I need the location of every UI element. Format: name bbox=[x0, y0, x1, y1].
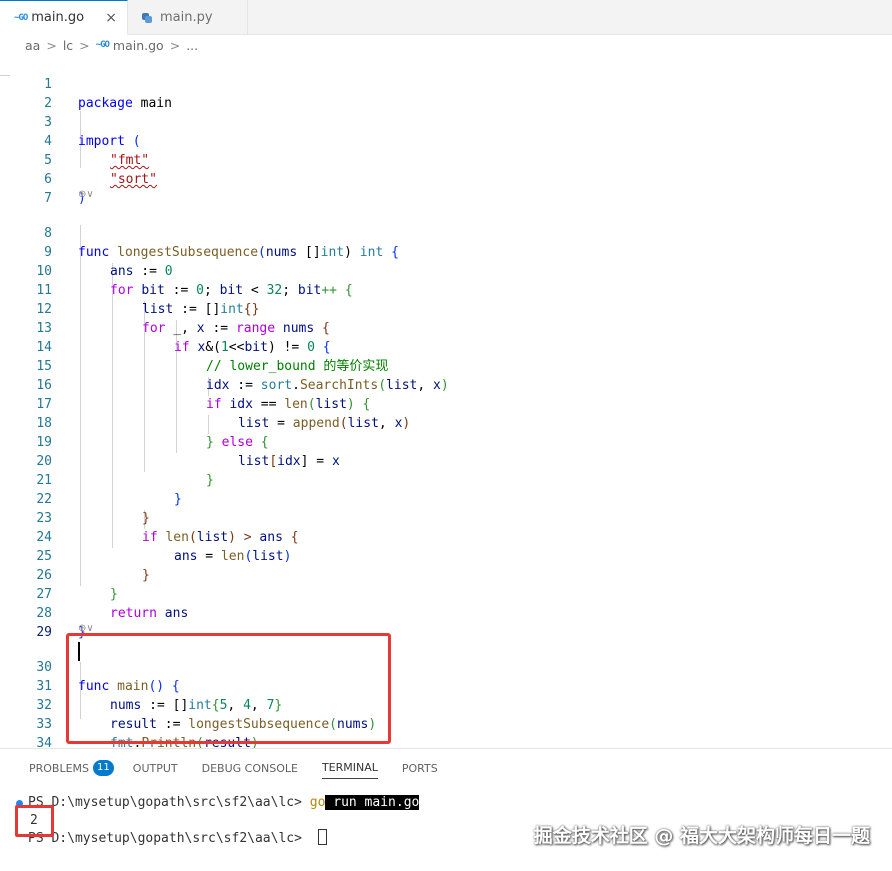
code-line: 6 ) bbox=[0, 151, 892, 206]
code-line: 10 for bit := 0; bit < 32; bit++ { bbox=[0, 243, 892, 298]
code-line: 19 list[idx] = x bbox=[0, 414, 892, 469]
breadcrumb-item-more[interactable]: ... bbox=[186, 38, 198, 53]
code-line: 7 bbox=[0, 170, 892, 206]
go-file-icon: ~GO bbox=[14, 12, 28, 23]
bottom-panel: PROBLEMS 11 OUTPUT DEBUG CONSOLE TERMINA… bbox=[0, 748, 892, 871]
tab-ports[interactable]: PORTS bbox=[402, 757, 438, 779]
code-line: 9 ans := 0 bbox=[0, 224, 892, 279]
panel-tab-bar: PROBLEMS 11 OUTPUT DEBUG CONSOLE TERMINA… bbox=[0, 757, 438, 779]
code-line-current: 29 bbox=[0, 604, 892, 661]
breadcrumb-item-lc[interactable]: lc bbox=[63, 38, 73, 53]
terminal-cursor bbox=[317, 829, 327, 845]
watermark: 掘金技术社区 @ 福大大架构师每日一题 bbox=[533, 825, 870, 847]
problems-count-badge: 11 bbox=[93, 760, 114, 776]
python-file-icon bbox=[142, 12, 152, 23]
tab-output[interactable]: OUTPUT bbox=[133, 757, 178, 779]
code-line: 20 } bbox=[0, 433, 892, 488]
tab-problems[interactable]: PROBLEMS 11 bbox=[29, 757, 114, 779]
code-line: 17 list = append(list, x) bbox=[0, 376, 892, 431]
code-lens-icon[interactable]: ⊕∨ bbox=[78, 189, 94, 203]
code-line: 8 func longestSubsequence(nums []int) in… bbox=[0, 205, 892, 260]
chevron-right-icon: > bbox=[46, 37, 57, 53]
code-line: 16 if idx == len(list) { bbox=[0, 357, 892, 412]
editor-tab-bar: ~GO main.go × main.py bbox=[0, 0, 892, 35]
breadcrumb-item-main-go[interactable]: main.go bbox=[113, 38, 164, 53]
terminal-prompt-line[interactable]: PS D:\mysetup\gopath\src\sf2\aa\lc> bbox=[28, 829, 327, 848]
code-line: 24 ans = len(list) bbox=[0, 509, 892, 564]
code-line: 2 bbox=[0, 75, 892, 111]
code-line: 15 idx := sort.SearchInts(list, x) bbox=[0, 338, 892, 393]
tab-label: PROBLEMS bbox=[29, 761, 90, 775]
output-highlight-box bbox=[15, 805, 54, 837]
code-line: 11 list := []int{} bbox=[0, 262, 892, 317]
code-line: 4 "fmt" bbox=[0, 113, 892, 168]
code-line: 25 } bbox=[0, 528, 892, 583]
terminal-command-go: go bbox=[309, 795, 326, 810]
code-line: 22 } bbox=[0, 471, 892, 526]
chevron-right-icon: > bbox=[79, 37, 90, 53]
close-icon[interactable]: × bbox=[105, 10, 117, 26]
code-line: 28 } bbox=[0, 585, 892, 640]
tab-main-py[interactable]: main.py bbox=[128, 0, 248, 35]
code-line: 3 import ( bbox=[0, 94, 892, 149]
code-editor[interactable]: 1 package main 2 3 import ( 4 "fmt" 5 "s… bbox=[0, 55, 892, 748]
code-line: 14 // lower_bound 的等价实现 bbox=[0, 319, 892, 374]
code-line: 13 if x&(1<<bit) != 0 { bbox=[0, 300, 892, 355]
code-line: 26 } bbox=[0, 547, 892, 602]
breadcrumb-item-aa[interactable]: aa bbox=[25, 38, 40, 53]
code-line: 23 if len(list) > ans { bbox=[0, 490, 892, 545]
tab-debug-console[interactable]: DEBUG CONSOLE bbox=[202, 757, 298, 779]
main-function-highlight-box bbox=[66, 633, 391, 744]
tab-terminal[interactable]: TERMINAL bbox=[321, 757, 378, 779]
terminal-command-line: PS D:\mysetup\gopath\src\sf2\aa\lc> go r… bbox=[28, 794, 420, 812]
code-line: 5 "sort" bbox=[0, 132, 892, 187]
code-line: 27 return ans bbox=[0, 566, 892, 621]
tab-label: main.py bbox=[160, 10, 213, 25]
terminal-prompt: PS D:\mysetup\gopath\src\sf2\aa\lc> bbox=[28, 795, 310, 810]
terminal-command-args: run main.go bbox=[325, 795, 420, 810]
breadcrumb: aa > lc > ~GO main.go > ... bbox=[0, 35, 892, 55]
chevron-right-icon: > bbox=[169, 37, 181, 53]
code-line: 12 for _, x := range nums { bbox=[0, 281, 892, 336]
code-line: 1 package main bbox=[0, 56, 892, 111]
go-file-icon: ~GO bbox=[95, 40, 110, 50]
tab-label: main.go bbox=[31, 10, 85, 25]
code-line: 18 } else { bbox=[0, 395, 892, 450]
tab-main-go[interactable]: ~GO main.go × bbox=[0, 0, 128, 35]
terminal-prompt: PS D:\mysetup\gopath\src\sf2\aa\lc> bbox=[28, 831, 310, 846]
code-line: 21 } bbox=[0, 452, 892, 507]
